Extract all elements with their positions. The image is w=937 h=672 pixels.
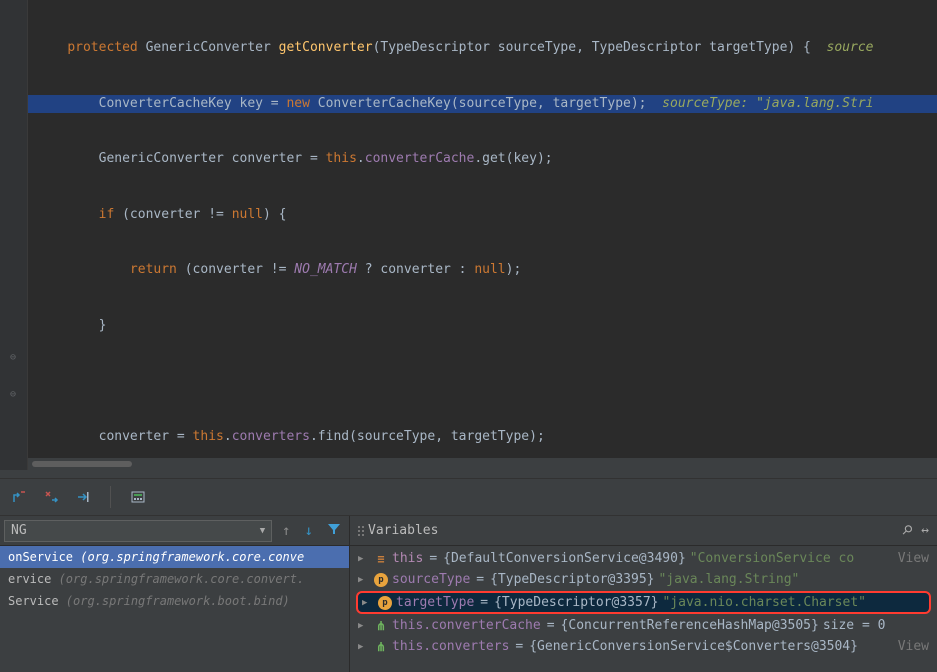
- panel-splitter[interactable]: [0, 470, 937, 478]
- drag-handle-icon[interactable]: [358, 526, 360, 536]
- field-ref-icon: ⋔: [374, 619, 388, 633]
- pin-icon[interactable]: ⚲: [898, 522, 915, 539]
- toolbar-separator: [110, 486, 111, 508]
- frames-list[interactable]: onService (org.springframework.core.conv…: [0, 546, 349, 672]
- expand-icon[interactable]: ▶: [358, 642, 370, 652]
- field-ref-icon: ⋔: [374, 640, 388, 654]
- variable-row-highlighted[interactable]: ▶ p targetType = {TypeDescriptor@3357} "…: [356, 591, 931, 614]
- object-icon: ≡: [374, 552, 388, 566]
- debug-toolbar: [0, 478, 937, 516]
- stack-frame-row[interactable]: onService (org.springframework.core.conv…: [0, 546, 349, 568]
- thread-selector[interactable]: NG ▼: [4, 520, 272, 542]
- expand-icon[interactable]: ▶: [362, 598, 374, 608]
- variable-row[interactable]: ▶ ⋔ this.converters = {GenericConversion…: [350, 636, 937, 657]
- variables-pane: Variables ⚲ ↔ ▶ ≡ this = {DefaultConvers…: [350, 516, 937, 672]
- expand-icon[interactable]: ▶: [358, 575, 370, 585]
- run-to-cursor-icon[interactable]: [74, 488, 92, 506]
- chevron-down-icon: ▼: [260, 526, 265, 536]
- step-return-icon[interactable]: [10, 488, 28, 506]
- variable-row[interactable]: ▶ ≡ this = {DefaultConversionService@349…: [350, 548, 937, 569]
- variables-list[interactable]: ▶ ≡ this = {DefaultConversionService@349…: [350, 546, 937, 672]
- variable-row[interactable]: ▶ p sourceType = {TypeDescriptor@3395} "…: [350, 569, 937, 590]
- horizontal-scrollbar[interactable]: [28, 458, 937, 470]
- expand-icon[interactable]: ▶: [358, 554, 370, 564]
- drop-frame-icon[interactable]: [42, 488, 60, 506]
- code-line[interactable]: GenericConverter converter = this.conver…: [28, 150, 937, 169]
- code-line[interactable]: protected GenericConverter getConverter(…: [28, 39, 937, 58]
- code-editor[interactable]: ⊖ ⊖ protected GenericConverter getConver…: [0, 0, 937, 470]
- code-line-current[interactable]: ConverterCacheKey key = new ConverterCac…: [28, 95, 937, 114]
- evaluate-expression-icon[interactable]: [129, 488, 147, 506]
- variables-title: Variables: [368, 523, 438, 538]
- parameter-icon: p: [378, 596, 392, 610]
- code-line[interactable]: [28, 372, 937, 391]
- parameter-icon: p: [374, 573, 388, 587]
- code-line[interactable]: if (converter != null) {: [28, 206, 937, 225]
- editor-gutter: ⊖ ⊖: [0, 0, 28, 470]
- gutter-collapse-icon[interactable]: ⊖: [10, 352, 16, 363]
- filter-icon[interactable]: [323, 522, 345, 540]
- code-line[interactable]: return (converter != NO_MATCH ? converte…: [28, 261, 937, 280]
- stack-frame-row[interactable]: Service (org.springframework.boot.bind): [0, 590, 349, 612]
- gutter-collapse-icon[interactable]: ⊖: [10, 389, 16, 400]
- code-line[interactable]: }: [28, 317, 937, 336]
- expand-icon[interactable]: ▶: [358, 621, 370, 631]
- thread-name: NG: [11, 523, 27, 538]
- frames-pane: NG ▼ ↑ ↓ onService (org.springframework.…: [0, 516, 350, 672]
- restore-layout-icon[interactable]: ↔: [921, 523, 929, 538]
- stack-frame-row[interactable]: ervice (org.springframework.core.convert…: [0, 568, 349, 590]
- previous-frame-icon[interactable]: ↑: [278, 523, 294, 539]
- variable-row[interactable]: ▶ ⋔ this.converterCache = {ConcurrentRef…: [350, 615, 937, 636]
- next-frame-icon[interactable]: ↓: [301, 523, 317, 539]
- code-line[interactable]: converter = this.converters.find(sourceT…: [28, 428, 937, 447]
- scrollbar-thumb[interactable]: [32, 461, 132, 467]
